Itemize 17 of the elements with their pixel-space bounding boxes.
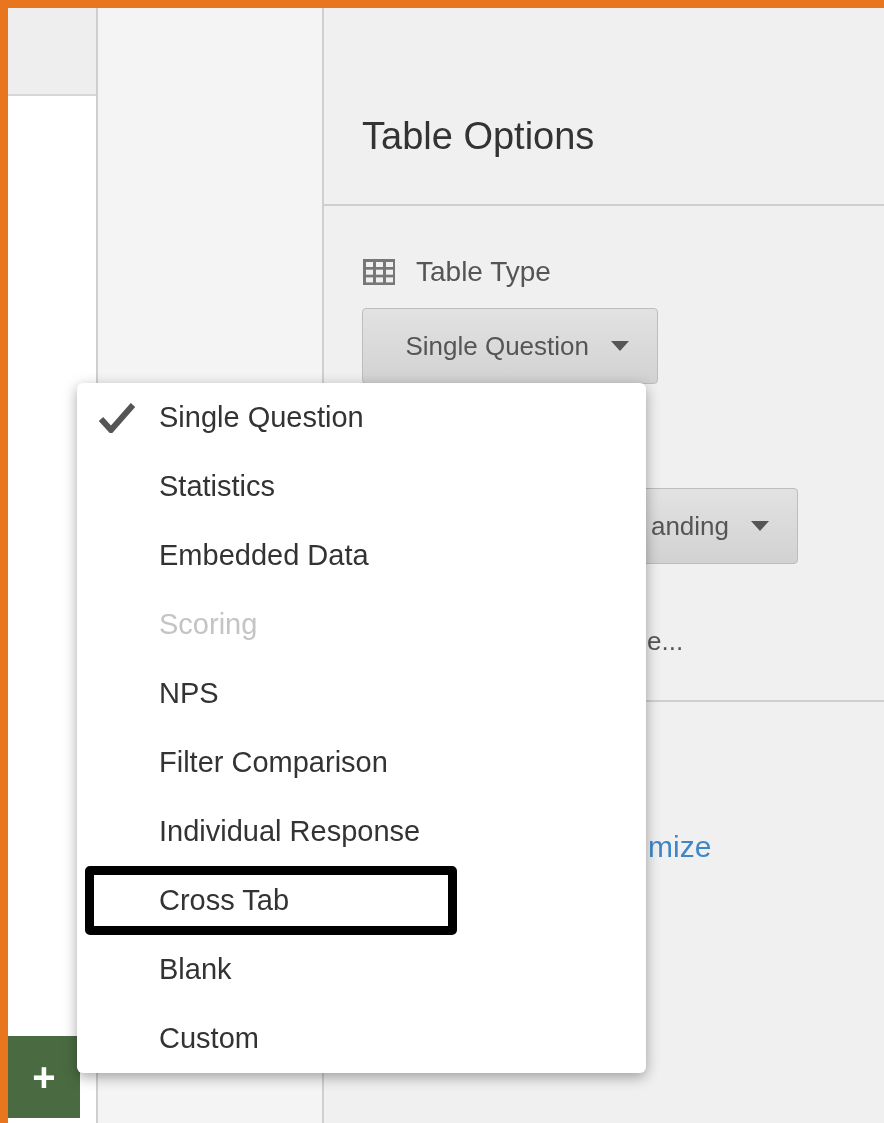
section-label: Table Type xyxy=(416,256,551,288)
add-button[interactable]: + xyxy=(8,1036,80,1118)
menu-item[interactable]: NPS xyxy=(77,659,646,728)
menu-item[interactable]: Individual Response xyxy=(77,797,646,866)
menu-item[interactable]: Statistics xyxy=(77,452,646,521)
table-type-dropdown[interactable]: Single Question xyxy=(362,308,658,384)
menu-item[interactable]: Embedded Data xyxy=(77,521,646,590)
table-icon xyxy=(362,258,396,286)
caret-icon xyxy=(611,341,629,351)
menu-item[interactable]: Blank xyxy=(77,935,646,1004)
caret-icon xyxy=(751,521,769,531)
panel-title: Table Options xyxy=(362,115,595,158)
menu-item[interactable]: Custom xyxy=(77,1004,646,1073)
menu-item[interactable]: Filter Comparison xyxy=(77,728,646,797)
menu-item[interactable]: Single Question xyxy=(77,383,646,452)
menu-item[interactable]: Cross Tab xyxy=(85,866,457,935)
option-text: e... xyxy=(647,626,684,657)
